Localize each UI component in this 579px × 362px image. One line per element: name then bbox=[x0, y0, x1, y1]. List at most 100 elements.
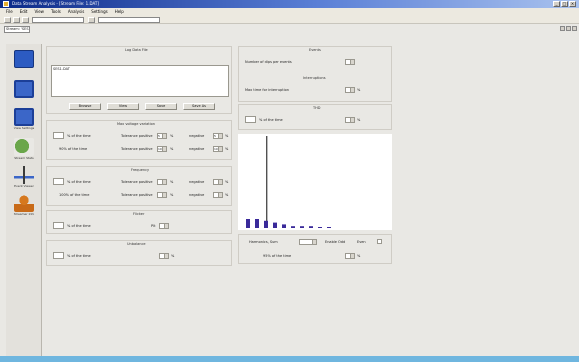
menu-help[interactable]: Help bbox=[115, 9, 124, 14]
unit-label: % bbox=[225, 180, 229, 184]
menu-analysis[interactable]: Analysis bbox=[68, 9, 84, 14]
doc-restore-button[interactable] bbox=[566, 26, 571, 31]
minimize-button[interactable]: _ bbox=[553, 1, 560, 7]
title-bar: Data Stream Analysis - [Stream File: 1.D… bbox=[0, 0, 579, 8]
harmonic-bar bbox=[264, 220, 268, 228]
nav-item-window[interactable] bbox=[10, 80, 38, 106]
app-icon bbox=[3, 1, 9, 7]
menu-file[interactable]: File bbox=[6, 9, 13, 14]
close-button[interactable]: × bbox=[569, 1, 576, 7]
harmonics-label: Harmonics, Sum bbox=[249, 240, 278, 244]
max-voltage-row1-neg-spinner[interactable]: 5 bbox=[213, 133, 223, 139]
chart-background bbox=[238, 134, 392, 230]
thd-label: % of the time bbox=[259, 118, 283, 122]
harmonic-bar bbox=[273, 222, 277, 228]
nav-item-label: Stream Stats bbox=[14, 156, 34, 160]
menu-view[interactable]: View bbox=[34, 9, 44, 14]
status-bar bbox=[0, 356, 579, 362]
nav-item-streamer-info[interactable]: Streamer Info bbox=[10, 194, 38, 220]
frequency-row2-pos-spinner[interactable] bbox=[157, 192, 167, 198]
toolbar-combo-2[interactable] bbox=[98, 17, 160, 23]
even-checkbox[interactable] bbox=[377, 239, 382, 244]
max-voltage-title: Max voltage variation bbox=[117, 122, 156, 126]
window-title: Data Stream Analysis - [Stream File: 1.D… bbox=[12, 1, 99, 6]
document-tab[interactable]: Stream: 'SES 1' bbox=[4, 26, 30, 33]
frequency-row1-right: negative bbox=[189, 180, 205, 184]
menu-edit[interactable]: Edit bbox=[20, 9, 28, 14]
unbalance-title: Unbalance bbox=[127, 242, 146, 246]
nav-item-stream-stats[interactable]: Stream Stats bbox=[10, 138, 38, 164]
thd-check[interactable] bbox=[245, 116, 256, 123]
flicker-panel: Flicker % of the time Plt bbox=[46, 210, 232, 234]
max-voltage-panel: Max voltage variation % of the time Tole… bbox=[46, 120, 232, 160]
frequency-row2-neg-spinner[interactable] bbox=[213, 192, 223, 198]
window-controls: _ □ × bbox=[553, 1, 576, 7]
frequency-panel: Frequency % of the time Tolerance positi… bbox=[46, 166, 232, 206]
spinner-value: 5 bbox=[214, 134, 216, 138]
flicker-check[interactable] bbox=[53, 222, 64, 229]
save-button[interactable]: Save bbox=[145, 103, 177, 110]
max-voltage-row2-label: 90% of the time bbox=[59, 147, 88, 151]
menu-bar: File Edit View Tools Analysis Settings H… bbox=[0, 8, 579, 15]
unbalance-check[interactable] bbox=[53, 252, 64, 259]
pie-chart-icon bbox=[14, 138, 34, 156]
toolbar bbox=[0, 15, 579, 24]
unit-label: % bbox=[171, 254, 175, 258]
nav-item-view-settings[interactable]: View Settings bbox=[10, 108, 38, 134]
events-panel: Events Number of dips per events Interru… bbox=[238, 46, 392, 102]
interruptions-subtitle: Interruptions bbox=[303, 76, 326, 80]
flicker-spinner[interactable] bbox=[159, 223, 169, 229]
browse-button[interactable]: Browse bbox=[69, 103, 101, 110]
frequency-row1-pos-spinner[interactable] bbox=[157, 179, 167, 185]
harmonic-bar bbox=[300, 226, 304, 228]
max-voltage-row2-right: negative bbox=[189, 147, 205, 151]
open-icon[interactable] bbox=[13, 17, 20, 23]
events-dips-spinner[interactable] bbox=[345, 59, 355, 65]
unit-label: % bbox=[170, 180, 174, 184]
max-voltage-check[interactable] bbox=[53, 132, 64, 139]
nav-item-label: Streamer Info bbox=[13, 212, 35, 216]
spinner-value: 5 bbox=[158, 134, 160, 138]
thd-spinner[interactable] bbox=[345, 117, 355, 123]
max-voltage-row1-mid: Tolerance positive bbox=[121, 134, 153, 138]
view-button[interactable]: View bbox=[107, 103, 139, 110]
nav-item-home[interactable] bbox=[10, 50, 38, 76]
harmonic-bar bbox=[309, 226, 313, 228]
harmonics-spinner[interactable] bbox=[299, 239, 317, 245]
menu-settings[interactable]: Settings bbox=[91, 9, 107, 14]
harmonic-bar bbox=[327, 227, 331, 228]
unbalance-spinner[interactable] bbox=[159, 253, 169, 259]
harmonic-bar bbox=[318, 227, 322, 228]
thd-panel: THD % of the time % bbox=[238, 104, 392, 130]
frequency-check[interactable] bbox=[53, 178, 64, 185]
frequency-row1-neg-spinner[interactable] bbox=[213, 179, 223, 185]
save-icon[interactable] bbox=[22, 17, 29, 23]
max-voltage-row2-mid: Tolerance positive bbox=[121, 147, 153, 151]
unit-label: % bbox=[225, 147, 229, 151]
max-voltage-row1-pos-spinner[interactable]: 5 bbox=[157, 133, 167, 139]
maximize-button[interactable]: □ bbox=[561, 1, 568, 7]
save-as-button[interactable]: Save As bbox=[183, 103, 215, 110]
unit-label: % bbox=[170, 193, 174, 197]
menu-tools[interactable]: Tools bbox=[51, 9, 61, 14]
play-icon[interactable] bbox=[88, 17, 95, 23]
unit-label: % bbox=[170, 134, 174, 138]
window-icon bbox=[14, 80, 34, 98]
max-voltage-row2-neg-spinner[interactable]: 10 bbox=[213, 146, 223, 152]
unit-label: % bbox=[357, 254, 361, 258]
spinner-value: 10 bbox=[158, 147, 162, 151]
events-interrupt-spinner[interactable] bbox=[345, 87, 355, 93]
max-voltage-row1-right: negative bbox=[189, 134, 205, 138]
monitor-icon bbox=[14, 108, 34, 126]
unit-label: % bbox=[225, 193, 229, 197]
unbalance-panel: Unbalance % of the time % bbox=[46, 240, 232, 266]
harmonics-pct-label: 95% of the time bbox=[263, 254, 292, 258]
harmonics-pct-spinner[interactable] bbox=[345, 253, 355, 259]
doc-close-button[interactable] bbox=[572, 26, 577, 31]
log-file-textarea[interactable]: SES1.DAT bbox=[51, 65, 229, 97]
doc-minimize-button[interactable] bbox=[560, 26, 565, 31]
new-icon[interactable] bbox=[4, 17, 11, 23]
max-voltage-row2-pos-spinner[interactable]: 10 bbox=[157, 146, 167, 152]
nav-item-event-viewer[interactable]: Event Viewer bbox=[10, 166, 38, 192]
toolbar-combo[interactable] bbox=[32, 17, 84, 23]
